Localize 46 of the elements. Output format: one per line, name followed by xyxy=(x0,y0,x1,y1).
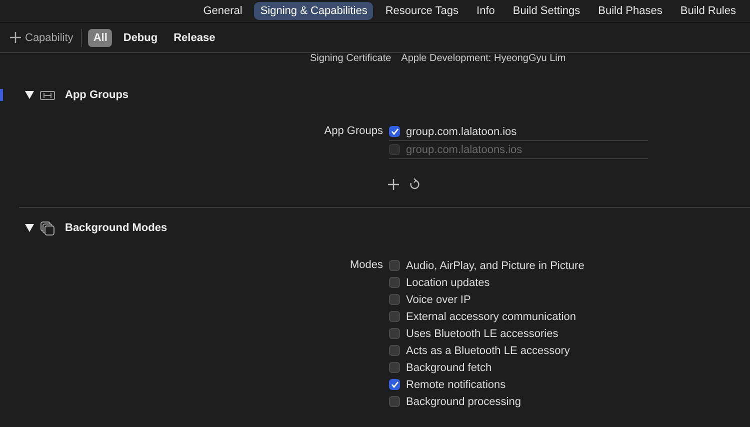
filter-tab[interactable]: Release xyxy=(168,28,220,46)
app-groups-icon xyxy=(40,90,55,100)
tab[interactable]: Build Rules xyxy=(674,2,742,20)
disclosure-triangle-icon[interactable] xyxy=(25,224,34,232)
checkbox[interactable] xyxy=(389,277,400,288)
checkbox-label: Background fetch xyxy=(406,362,492,374)
checkbox-label: Acts as a Bluetooth LE accessory xyxy=(406,344,570,356)
section-title: App Groups xyxy=(65,89,129,101)
disclosure-triangle-icon[interactable] xyxy=(25,91,34,99)
add-capability-button[interactable]: Capability xyxy=(6,30,78,46)
filter-tab[interactable]: Debug xyxy=(118,28,163,46)
tab[interactable]: Resource Tags xyxy=(379,2,465,20)
field-value: Apple Development: HyeongGyu Lim xyxy=(401,53,566,65)
tab[interactable]: Info xyxy=(470,2,501,20)
checkbox-label: group.com.lalatoons.ios xyxy=(406,144,522,156)
section-title: Background Modes xyxy=(65,222,168,234)
field-label: Signing Certificate xyxy=(310,53,392,65)
checkbox[interactable] xyxy=(389,126,400,137)
tab[interactable]: Signing & Capabilities xyxy=(254,2,374,20)
tab[interactable]: Build Settings xyxy=(506,2,586,20)
checkbox[interactable] xyxy=(389,294,400,305)
checkbox-label: Voice over IP xyxy=(406,294,471,306)
checkbox-label: Location updates xyxy=(406,276,490,288)
checkbox-label: group.com.lalatoon.ios xyxy=(406,126,517,138)
tab[interactable]: General xyxy=(197,2,248,20)
checkbox[interactable] xyxy=(389,144,400,155)
checkbox-label: Uses Bluetooth LE accessories xyxy=(406,328,558,340)
checkbox[interactable] xyxy=(389,396,400,407)
checkbox[interactable] xyxy=(389,260,400,271)
add-icon[interactable] xyxy=(388,178,399,190)
field-label: App Groups xyxy=(323,124,383,139)
stacked-squares-icon xyxy=(40,220,55,236)
checkbox[interactable] xyxy=(389,311,400,322)
checkbox[interactable] xyxy=(389,328,400,339)
checkbox[interactable] xyxy=(389,362,400,373)
checkbox[interactable] xyxy=(389,379,400,390)
filter-tab[interactable]: All xyxy=(88,28,112,46)
refresh-icon[interactable] xyxy=(409,178,420,190)
checkbox[interactable] xyxy=(389,345,400,356)
checkbox-label: External accessory communication xyxy=(406,310,576,322)
checkbox-label: Audio, AirPlay, and Picture in Picture xyxy=(406,260,584,272)
add-icon xyxy=(10,32,21,43)
tab[interactable]: Build Phases xyxy=(592,2,668,20)
field-label: Modes xyxy=(348,258,383,273)
checkbox-label: Background processing xyxy=(406,396,521,408)
checkbox-label: Remote notifications xyxy=(406,378,506,390)
